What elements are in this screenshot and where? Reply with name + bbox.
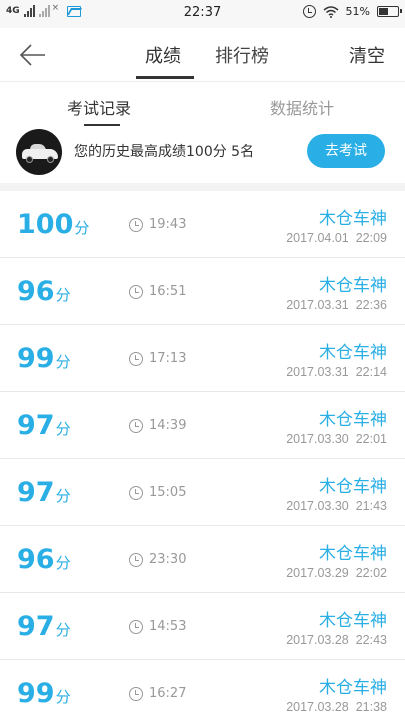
exam-date: 2017.03.31 22:36 xyxy=(286,298,387,312)
exam-date: 2017.03.30 22:01 xyxy=(286,432,387,446)
score-value: 99 xyxy=(17,678,55,709)
user-name: 木仓车神 xyxy=(319,209,387,229)
score-unit: 分 xyxy=(55,420,71,438)
score: 97分 xyxy=(17,611,71,642)
exam-duration: 15:05 xyxy=(149,485,187,500)
score-value: 97 xyxy=(17,477,55,508)
score-value: 97 xyxy=(17,410,55,441)
clock-icon xyxy=(129,553,143,567)
wifi-icon xyxy=(323,5,339,18)
list-item[interactable]: 100分 19:43 木仓车神 2017.04.01 22:09 xyxy=(0,191,405,258)
go-exam-button[interactable]: 去考试 xyxy=(307,134,385,168)
score: 100分 xyxy=(17,209,89,240)
battery-percent: 51% xyxy=(345,5,370,18)
exam-date: 2017.04.01 22:09 xyxy=(286,231,387,245)
avatar[interactable] xyxy=(16,129,62,175)
list-item[interactable]: 97分 14:39 木仓车神 2017.03.30 22:01 xyxy=(0,392,405,459)
clock-icon xyxy=(129,218,143,232)
top-nav-bar: 成绩 排行榜 清空 xyxy=(0,28,405,82)
score: 96分 xyxy=(17,276,71,307)
score-unit: 分 xyxy=(55,621,71,639)
status-bar: 4G × 22:37 51% xyxy=(0,0,405,28)
tab-active-indicator xyxy=(136,76,194,79)
list-item[interactable]: 96分 16:51 木仓车神 2017.03.31 22:36 xyxy=(0,258,405,325)
user-name: 木仓车神 xyxy=(319,544,387,564)
user-name: 木仓车神 xyxy=(319,611,387,631)
list-item[interactable]: 97分 15:05 木仓车神 2017.03.30 21:43 xyxy=(0,459,405,526)
exam-date: 2017.03.29 22:02 xyxy=(286,566,387,580)
exam-duration: 16:27 xyxy=(149,686,187,701)
score-unit: 分 xyxy=(55,353,71,371)
exam-duration: 19:43 xyxy=(149,217,187,232)
best-score-text: 您的历史最高成绩100分 5名 xyxy=(74,144,255,160)
score: 99分 xyxy=(17,343,71,374)
score: 99分 xyxy=(17,678,71,709)
list-item[interactable]: 96分 23:30 木仓车神 2017.03.29 22:02 xyxy=(0,526,405,593)
score-value: 96 xyxy=(17,544,55,575)
score: 97分 xyxy=(17,410,71,441)
score: 97分 xyxy=(17,477,71,508)
exam-duration: 14:39 xyxy=(149,418,187,433)
battery-icon xyxy=(377,6,402,17)
list-item[interactable]: 99分 16:27 木仓车神 2017.03.28 21:38 xyxy=(0,660,405,720)
list-item[interactable]: 97分 14:53 木仓车神 2017.03.28 22:43 xyxy=(0,593,405,660)
score-unit: 分 xyxy=(55,554,71,572)
score-unit: 分 xyxy=(55,688,71,706)
score-unit: 分 xyxy=(55,487,71,505)
exam-record-list: 100分 19:43 木仓车神 2017.04.01 22:09 96分 16:… xyxy=(0,191,405,720)
list-item[interactable]: 99分 17:13 木仓车神 2017.03.31 22:14 xyxy=(0,325,405,392)
user-name: 木仓车神 xyxy=(319,410,387,430)
exam-date: 2017.03.28 22:43 xyxy=(286,633,387,647)
alarm-icon xyxy=(302,5,316,18)
clock-icon xyxy=(129,486,143,500)
exam-date: 2017.03.31 22:14 xyxy=(286,365,387,379)
exam-date: 2017.03.28 21:38 xyxy=(286,700,387,714)
status-right: 51% xyxy=(302,5,402,18)
subtab-data-statistics[interactable]: 数据统计 xyxy=(270,95,334,119)
score-value: 96 xyxy=(17,276,55,307)
clock-icon xyxy=(129,285,143,299)
score-value: 100 xyxy=(17,209,74,240)
score-unit: 分 xyxy=(74,219,90,237)
score: 96分 xyxy=(17,544,71,575)
score-value: 97 xyxy=(17,611,55,642)
clock-icon xyxy=(129,352,143,366)
user-name: 木仓车神 xyxy=(319,477,387,497)
user-name: 木仓车神 xyxy=(319,343,387,363)
user-name: 木仓车神 xyxy=(319,276,387,296)
score-value: 99 xyxy=(17,343,55,374)
clock-icon xyxy=(129,687,143,701)
clock-icon xyxy=(129,419,143,433)
best-score-card: 您的历史最高成绩100分 5名 去考试 xyxy=(0,127,405,183)
exam-duration: 23:30 xyxy=(149,552,187,567)
exam-date: 2017.03.30 21:43 xyxy=(286,499,387,513)
score-unit: 分 xyxy=(55,286,71,304)
exam-duration: 17:13 xyxy=(149,351,187,366)
subtab-active-indicator xyxy=(84,124,120,126)
sub-tab-bar: 考试记录 数据统计 xyxy=(0,83,405,127)
tab-score[interactable]: 成绩 xyxy=(145,42,181,68)
section-divider xyxy=(0,183,405,191)
clock-icon xyxy=(129,620,143,634)
exam-duration: 14:53 xyxy=(149,619,187,634)
exam-duration: 16:51 xyxy=(149,284,187,299)
arrow-left-icon[interactable] xyxy=(18,42,48,68)
subtab-exam-records[interactable]: 考试记录 xyxy=(67,95,131,119)
user-name: 木仓车神 xyxy=(319,678,387,698)
tab-ranking[interactable]: 排行榜 xyxy=(215,42,269,68)
clear-button[interactable]: 清空 xyxy=(349,42,385,68)
